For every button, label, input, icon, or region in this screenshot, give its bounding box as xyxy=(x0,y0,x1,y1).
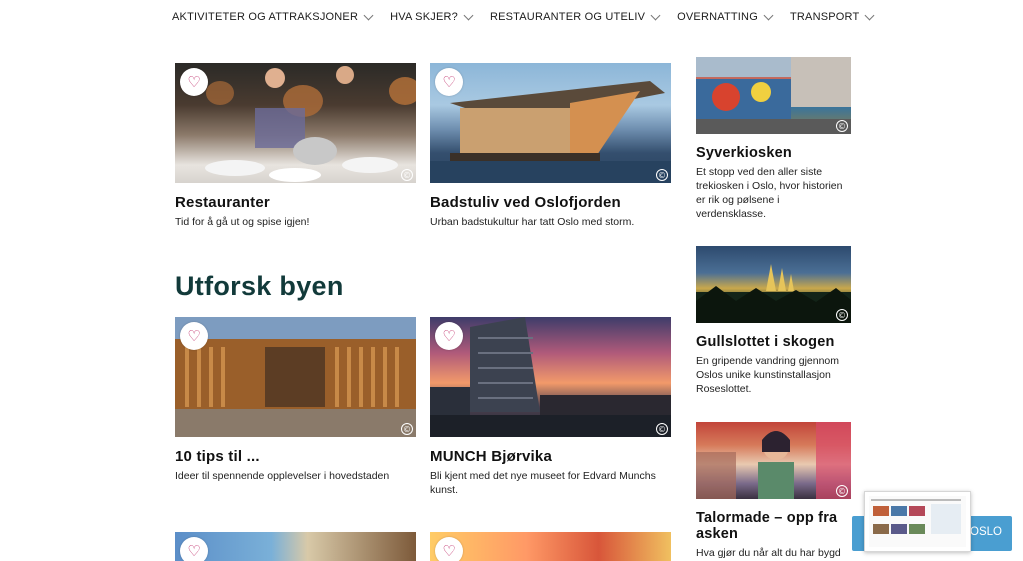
munch-museum-photo xyxy=(430,317,671,437)
card-description: Tid for å gå ut og spise igjen! xyxy=(175,216,310,228)
card-image[interactable]: ♡ © xyxy=(430,317,671,437)
card-title[interactable]: Badstuliv ved Oslofjorden xyxy=(430,194,671,211)
preview-image xyxy=(873,506,889,516)
copyright-icon[interactable]: © xyxy=(836,485,848,497)
nav-item-transport[interactable]: TRANSPORT xyxy=(789,10,875,23)
page-preview-thumbnail[interactable] xyxy=(864,491,971,552)
card-image[interactable]: ♡ © xyxy=(430,63,671,183)
heart-icon: ♡ xyxy=(442,326,456,345)
main-nav: AKTIVITETER OG ATTRAKSJONER HVA SKJER? R… xyxy=(0,0,1023,34)
heart-icon: ♡ xyxy=(442,541,456,560)
card-description: Bli kjent med det nye museet for Edvard … xyxy=(430,470,656,496)
nav-item-restauranter[interactable]: RESTAURANTER OG UTELIV xyxy=(489,10,661,23)
chevron-down-icon xyxy=(763,10,774,20)
copyright-icon[interactable]: © xyxy=(401,169,413,181)
heart-icon: ♡ xyxy=(442,72,456,91)
copyright-icon[interactable]: © xyxy=(656,423,668,435)
card-title[interactable]: Restauranter xyxy=(175,194,416,211)
kiosk-photo xyxy=(696,57,851,134)
card-image[interactable]: ♡ © xyxy=(175,317,416,437)
card-title[interactable]: Gullslottet i skogen xyxy=(696,334,851,350)
building-photo xyxy=(175,317,416,437)
heart-icon: ♡ xyxy=(187,72,201,91)
card-image[interactable]: ♡ xyxy=(175,532,416,561)
copyright-icon[interactable]: © xyxy=(836,309,848,321)
preview-image xyxy=(909,524,925,534)
chevron-down-icon xyxy=(650,10,661,20)
card-image[interactable]: ♡ xyxy=(430,532,671,561)
card-description: En gripende vandring gjennom Oslos unike… xyxy=(696,355,840,395)
section-heading: Utforsk byen xyxy=(175,271,344,301)
sauna-photo xyxy=(430,81,671,183)
preview-image xyxy=(909,506,925,516)
favorite-button[interactable]: ♡ xyxy=(180,537,208,561)
talormade-photo xyxy=(696,422,851,499)
gullslottet-photo xyxy=(696,264,851,323)
preview-image xyxy=(891,506,907,516)
card-munch[interactable]: ♡ © MUNCH Bjørvika Bli kjent med det nye… xyxy=(430,317,671,497)
card-description: Urban badstukultur har tatt Oslo med sto… xyxy=(430,216,635,228)
nav-label: TRANSPORT xyxy=(789,11,860,23)
card-image[interactable]: ♡ © xyxy=(175,63,416,183)
card-title[interactable]: 10 tips til ... xyxy=(175,448,416,465)
card-title[interactable]: Syverkiosken xyxy=(696,145,851,161)
card-description: Hva gjør du når alt du har bygd xyxy=(696,547,841,559)
nav-label: OVERNATTING xyxy=(677,11,758,23)
card-talormade[interactable]: © Talormade – opp fra asken Hva gjør du … xyxy=(696,422,851,560)
copyright-icon[interactable]: © xyxy=(836,120,848,132)
card-description: Et stopp ved den aller siste trekiosken … xyxy=(696,166,843,220)
card-badstuliv[interactable]: ♡ © Badstuliv ved Oslofjorden Urban bads… xyxy=(430,63,671,229)
favorite-button[interactable]: ♡ xyxy=(435,322,463,350)
nav-label: AKTIVITETER OG ATTRAKSJONER xyxy=(172,11,359,23)
heart-icon: ♡ xyxy=(187,541,201,560)
chevron-down-icon xyxy=(463,10,474,20)
nav-label: RESTAURANTER OG UTELIV xyxy=(489,11,646,23)
restaurant-photo xyxy=(205,66,416,182)
favorite-button[interactable]: ♡ xyxy=(180,68,208,96)
copyright-icon[interactable]: © xyxy=(401,423,413,435)
preview-sidebar xyxy=(931,504,961,534)
card-partial-1[interactable]: ♡ xyxy=(175,532,416,561)
card-image[interactable]: © xyxy=(696,57,851,134)
card-title[interactable]: Talormade – opp fra asken xyxy=(696,510,851,542)
preview-image xyxy=(873,524,889,534)
favorite-button[interactable]: ♡ xyxy=(180,322,208,350)
heart-icon: ♡ xyxy=(187,326,201,345)
preview-image xyxy=(891,524,907,534)
nav-item-hva-skjer[interactable]: HVA SKJER? xyxy=(390,10,474,23)
nav-label: HVA SKJER? xyxy=(390,11,458,23)
favorite-button[interactable]: ♡ xyxy=(435,537,463,561)
card-gullslottet[interactable]: © Gullslottet i skogen En gripende vandr… xyxy=(696,246,851,396)
preview-content xyxy=(869,496,966,547)
chevron-down-icon xyxy=(363,10,374,20)
copyright-icon[interactable]: © xyxy=(656,169,668,181)
nav-item-aktiviteter[interactable]: AKTIVITETER OG ATTRAKSJONER xyxy=(172,10,374,23)
card-description: Ideer til spennende opplevelser i hoveds… xyxy=(175,470,390,482)
card-10-tips[interactable]: ♡ © 10 tips til ... Ideer til spennende … xyxy=(175,317,416,483)
nav-item-overnatting[interactable]: OVERNATTING xyxy=(677,10,774,23)
favorite-button[interactable]: ♡ xyxy=(435,68,463,96)
oslo-widget-label: OSLO xyxy=(970,526,1002,538)
card-title[interactable]: MUNCH Bjørvika xyxy=(430,448,671,465)
card-partial-2[interactable]: ♡ xyxy=(430,532,671,561)
card-restauranter[interactable]: ♡ © Restauranter Tid for å gå ut og spis… xyxy=(175,63,416,229)
preview-nav xyxy=(871,499,961,501)
card-image[interactable]: © xyxy=(696,246,851,323)
card-syverkiosken[interactable]: © Syverkiosken Et stopp ved den aller si… xyxy=(696,57,851,221)
chevron-down-icon xyxy=(864,10,875,20)
card-image[interactable]: © xyxy=(696,422,851,499)
